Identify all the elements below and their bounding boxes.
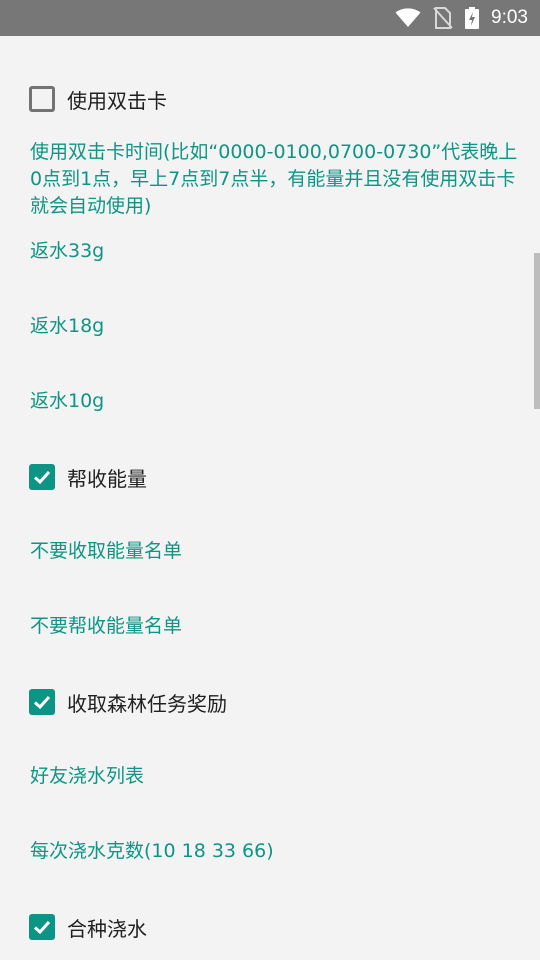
no-help-collect-list-label: 不要帮收能量名单 (30, 615, 183, 637)
setting-no-collect-list[interactable]: 不要收取能量名单 (0, 538, 540, 568)
setting-return-water-10[interactable]: 返水10g (0, 388, 540, 418)
return-water-10-label: 返水10g (30, 390, 105, 412)
setting-return-water-33[interactable]: 返水33g (0, 238, 540, 268)
setting-no-help-collect-list[interactable]: 不要帮收能量名单 (0, 613, 540, 643)
check-icon (33, 470, 51, 485)
setting-return-water-18[interactable]: 返水18g (0, 313, 540, 343)
cooperate-water-checkbox[interactable] (29, 914, 55, 940)
setting-double-click-card[interactable]: 使用双击卡 (0, 79, 540, 119)
setting-collect-forest-reward[interactable]: 收取森林任务奖励 (0, 682, 540, 722)
water-amounts-label: 每次浇水克数(10 18 33 66) (30, 840, 274, 862)
double-click-time-label: 使用双击卡时间(比如“0000-0100,0700-0730”代表晚上0点到1点… (30, 141, 518, 217)
no-collect-list-label: 不要收取能量名单 (30, 540, 183, 562)
setting-water-amounts[interactable]: 每次浇水克数(10 18 33 66) (0, 838, 540, 868)
check-icon (33, 695, 51, 710)
settings-list[interactable]: 使用双击卡 使用双击卡时间(比如“0000-0100,0700-0730”代表晚… (0, 36, 540, 960)
wifi-icon (395, 8, 421, 27)
battery-charging-icon (465, 7, 480, 29)
setting-cooperate-water[interactable]: 合种浇水 (0, 907, 540, 947)
double-click-card-label: 使用双击卡 (67, 88, 167, 113)
clock: 9:03 (491, 7, 528, 28)
scrollbar[interactable] (534, 253, 540, 409)
return-water-33-label: 返水33g (30, 240, 105, 262)
double-click-card-checkbox[interactable] (29, 86, 55, 112)
no-sim-icon (433, 7, 453, 29)
collect-forest-reward-checkbox[interactable] (29, 689, 55, 715)
cooperate-water-label: 合种浇水 (67, 916, 147, 941)
help-collect-energy-checkbox[interactable] (29, 464, 55, 490)
friend-water-list-label: 好友浇水列表 (30, 765, 145, 787)
check-icon (33, 920, 51, 935)
collect-forest-reward-label: 收取森林任务奖励 (67, 691, 227, 716)
setting-help-collect-energy[interactable]: 帮收能量 (0, 457, 540, 497)
return-water-18-label: 返水18g (30, 315, 105, 337)
help-collect-energy-label: 帮收能量 (67, 466, 147, 491)
setting-friend-water-list[interactable]: 好友浇水列表 (0, 763, 540, 793)
status-bar: 9:03 (0, 0, 540, 36)
